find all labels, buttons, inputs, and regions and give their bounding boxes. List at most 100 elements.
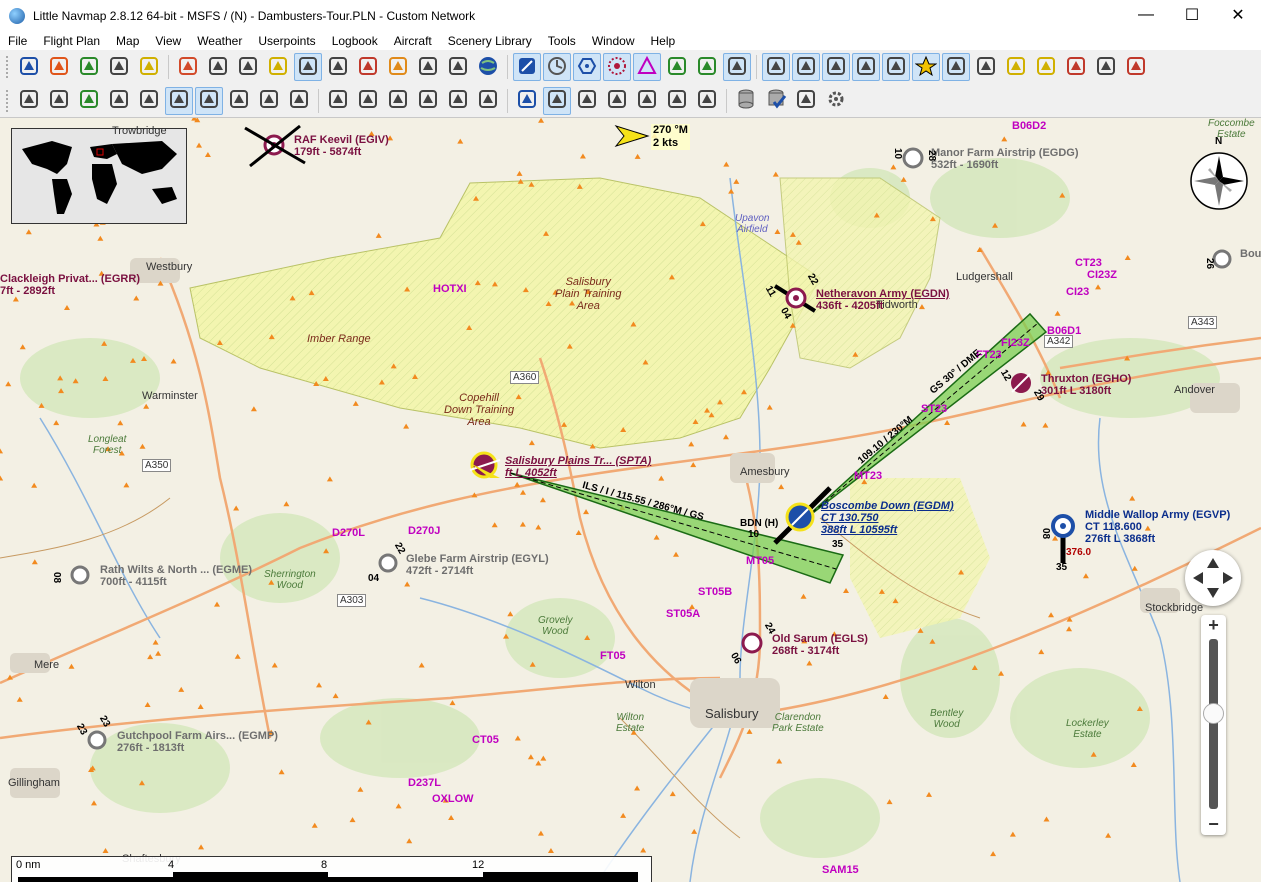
airport-label-egdm[interactable]: Boscombe Down (EGDM) CT 130.750 388ft L …: [821, 500, 954, 536]
holding-button[interactable]: [723, 53, 751, 81]
menu-flight-plan[interactable]: Flight Plan: [35, 34, 108, 48]
menu-help[interactable]: Help: [643, 34, 684, 48]
waypoint-label[interactable]: SAM15: [822, 864, 859, 876]
user-airspace-button[interactable]: [543, 86, 571, 115]
undo-button[interactable]: [15, 87, 43, 115]
ai-aircraft-button[interactable]: [1032, 53, 1060, 81]
airport-label-egrr[interactable]: Clackleigh Privat... (EGRR) 7ft - 2892ft: [0, 273, 140, 297]
direct-button[interactable]: [135, 87, 163, 115]
reload-button[interactable]: [135, 53, 163, 81]
waypoint-label[interactable]: ST05A: [666, 608, 700, 620]
waypoint-label[interactable]: HOTXI: [433, 283, 467, 295]
open-flight-plan-button[interactable]: [45, 53, 73, 81]
print-button[interactable]: [414, 53, 442, 81]
waypoint-label[interactable]: MT23: [854, 470, 882, 482]
zoom-in-button[interactable]: +: [1201, 615, 1226, 636]
user-aircraft-button[interactable]: [1002, 53, 1030, 81]
calc-route-button[interactable]: [255, 87, 283, 115]
airport-symbol-egdg[interactable]: [902, 147, 924, 169]
zoom-map-button[interactable]: [324, 87, 352, 115]
menu-weather[interactable]: Weather: [189, 34, 250, 48]
database-check-button[interactable]: [762, 87, 790, 115]
menu-window[interactable]: Window: [584, 34, 643, 48]
pan-right-icon[interactable]: [1223, 572, 1233, 584]
jet-airway-button[interactable]: [822, 53, 850, 81]
airport-label-egdn[interactable]: Netheravon Army (EGDN) 436ft - 4205ft: [816, 288, 949, 312]
aircraft-button[interactable]: [264, 53, 292, 81]
ils-button[interactable]: [663, 53, 691, 81]
select-departure-button[interactable]: [75, 87, 103, 115]
flight-path-button[interactable]: [942, 53, 970, 81]
waypoint-label[interactable]: B06D2: [1012, 120, 1046, 132]
export-button[interactable]: [792, 87, 820, 115]
waypoint-button[interactable]: [633, 53, 661, 81]
save-flight-plan-button[interactable]: [75, 53, 103, 81]
save-as-button[interactable]: [105, 53, 133, 81]
menu-userpoints[interactable]: Userpoints: [250, 34, 323, 48]
waypoint-label[interactable]: ST05B: [698, 586, 732, 598]
edit-route-button[interactable]: [165, 86, 193, 115]
menu-aircraft[interactable]: Aircraft: [386, 34, 440, 48]
airspace-button[interactable]: [882, 53, 910, 81]
clear-selection-button[interactable]: [324, 53, 352, 81]
close-button[interactable]: ✕: [1215, 0, 1261, 30]
airport-label-egyl[interactable]: Glebe Farm Airstrip (EGYL) 472ft - 2714f…: [406, 553, 549, 577]
route-vertical-button[interactable]: [384, 87, 412, 115]
minimize-button[interactable]: —: [1123, 0, 1169, 30]
database-button[interactable]: [732, 87, 760, 115]
procedure-button[interactable]: [543, 53, 571, 81]
new-flight-plan-button[interactable]: [15, 53, 43, 81]
maximize-button[interactable]: ☐: [1169, 0, 1215, 30]
menu-tools[interactable]: Tools: [540, 34, 584, 48]
special-airspace-button[interactable]: [633, 87, 661, 115]
fir-airspace-button[interactable]: [693, 87, 721, 115]
trail-button[interactable]: [972, 53, 1000, 81]
zoom-track[interactable]: [1209, 639, 1218, 809]
restricted-airspace-button[interactable]: [603, 87, 631, 115]
track-button[interactable]: [852, 53, 880, 81]
menu-scenery-library[interactable]: Scenery Library: [440, 34, 540, 48]
menu-logbook[interactable]: Logbook: [324, 34, 386, 48]
zoom-slider[interactable]: + −: [1201, 615, 1226, 835]
waypoint-label[interactable]: B06D1: [1047, 325, 1081, 337]
show-ils-button[interactable]: [285, 87, 313, 115]
airport-label-egvp[interactable]: Middle Wallop Army (EGVP) CT 118.600 276…: [1085, 509, 1230, 545]
vor-button[interactable]: [573, 53, 601, 81]
waypoint-label[interactable]: CT23: [1075, 257, 1102, 269]
back-button[interactable]: [384, 53, 412, 81]
waypoint-label[interactable]: CI23: [1066, 286, 1089, 298]
waypoint-label[interactable]: D237L: [408, 777, 441, 789]
globe-button[interactable]: [474, 53, 502, 81]
zoom-out-button[interactable]: −: [1201, 814, 1226, 835]
airport-filter-button[interactable]: [513, 53, 541, 81]
waypoint-label[interactable]: D270L: [332, 527, 365, 539]
waypoint-label[interactable]: CT05: [472, 734, 499, 746]
waypoint-label[interactable]: FI23Z: [1001, 337, 1030, 349]
pan-up-icon[interactable]: [1207, 558, 1219, 568]
favorite-button[interactable]: [912, 53, 940, 81]
center-marker-button[interactable]: [204, 53, 232, 81]
overview-map[interactable]: [11, 128, 187, 224]
victor-airway-button[interactable]: [792, 53, 820, 81]
waypoint-label[interactable]: ST23: [921, 403, 947, 415]
profile-button[interactable]: [444, 87, 472, 115]
msa-button[interactable]: [762, 53, 790, 81]
ai-vehicle-button[interactable]: [1092, 53, 1120, 81]
info-button[interactable]: [414, 87, 442, 115]
waypoint-label[interactable]: MT05: [746, 555, 774, 567]
airport-symbol-egmp[interactable]: [87, 730, 107, 750]
airport-label-egme[interactable]: Rath Wilts & North ... (EGME) 700ft - 41…: [100, 564, 252, 588]
airport-label-egdg[interactable]: Manor Farm Airstrip (EGDG) 532ft - 1690f…: [931, 147, 1079, 171]
remove-marks-button[interactable]: [354, 53, 382, 81]
airport-label-egho[interactable]: Thruxton (EGHO) 301ft L 3180ft: [1041, 373, 1131, 397]
online-button[interactable]: [1122, 53, 1150, 81]
marker-button[interactable]: [693, 53, 721, 81]
waypoint-label[interactable]: FT05: [600, 650, 626, 662]
compass-button[interactable]: [513, 87, 541, 115]
search-map-button[interactable]: [354, 87, 382, 115]
airport-label-bou[interactable]: Bou: [1240, 248, 1261, 260]
waypoint-label[interactable]: CI23Z: [1087, 269, 1117, 281]
menu-view[interactable]: View: [147, 34, 189, 48]
airport-label-spta[interactable]: Salisbury Plains Tr... (SPTA) ft L 4052f…: [505, 455, 651, 479]
add-waypoint-button[interactable]: [105, 87, 133, 115]
